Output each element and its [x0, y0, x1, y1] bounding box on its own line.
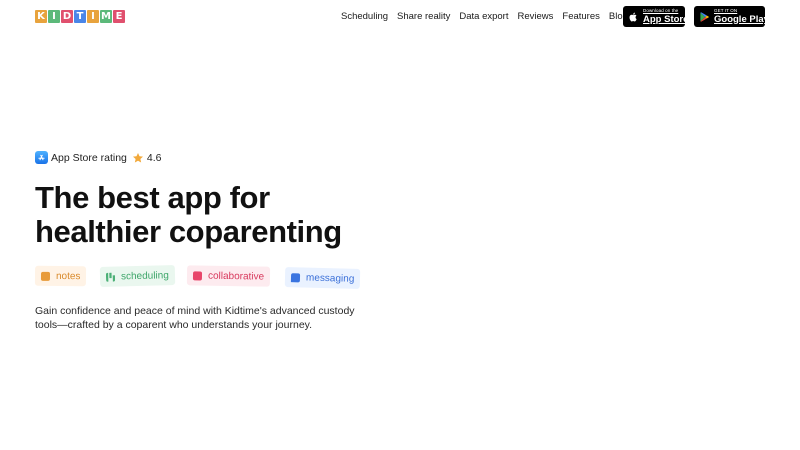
logo-letter: I [48, 10, 60, 23]
nav-reviews[interactable]: Reviews [517, 11, 553, 22]
app-store-button[interactable]: Download on the App Store [623, 6, 689, 27]
tag-label: collaborative [207, 270, 265, 283]
apple-icon [629, 12, 637, 21]
google-play-button[interactable]: GET IT ON Google Play [694, 6, 769, 27]
app-store-big-text: App Store [643, 13, 689, 25]
google-play-small-text: GET IT ON [714, 8, 738, 13]
logo-letter: I [87, 10, 99, 23]
google-play-big-text: Google Play [714, 13, 769, 25]
headline-line-1: The best app for [35, 180, 270, 215]
app-store-icon [35, 151, 48, 164]
tag-messaging: messaging [284, 267, 361, 289]
nav-features[interactable]: Features [562, 11, 600, 22]
feature-tags: notes scheduling collaborative messaging [34, 265, 455, 293]
hero-headline: The best app for healthier coparenting [35, 181, 342, 249]
logo-letter: E [113, 10, 125, 23]
main-nav: Scheduling Share reality Data export Rev… [341, 11, 628, 22]
nav-data-export[interactable]: Data export [459, 11, 508, 22]
notes-icon [40, 271, 51, 281]
logo-letter: M [100, 10, 112, 23]
tag-label: notes [55, 270, 81, 282]
kidtime-logo[interactable]: K I D T I M E [35, 10, 125, 23]
scheduling-icon [105, 272, 116, 282]
logo-letter: K [35, 10, 47, 23]
google-play-icon [700, 11, 709, 22]
tag-label: scheduling [120, 269, 169, 282]
logo-letter: T [74, 10, 86, 23]
headline-line-2: healthier coparenting [35, 214, 342, 249]
tag-notes: notes [34, 265, 87, 287]
star-icon [132, 152, 143, 163]
app-store-small-text: Download on the [643, 8, 679, 13]
chat-bubble-icon [290, 272, 301, 282]
app-store-rating: App Store rating 4.6 [35, 151, 162, 164]
calendar-icon [192, 270, 203, 281]
hero-description: Gain confidence and peace of mind with K… [35, 305, 355, 331]
logo-letter: D [61, 10, 73, 23]
nav-share-reality[interactable]: Share reality [397, 11, 450, 22]
rating-label: App Store rating [51, 151, 127, 164]
rating-value: 4.6 [146, 151, 162, 164]
tag-collaborative: collaborative [186, 265, 271, 287]
nav-scheduling[interactable]: Scheduling [341, 11, 388, 22]
tag-scheduling: scheduling [99, 265, 176, 287]
tag-label: messaging [305, 272, 355, 285]
